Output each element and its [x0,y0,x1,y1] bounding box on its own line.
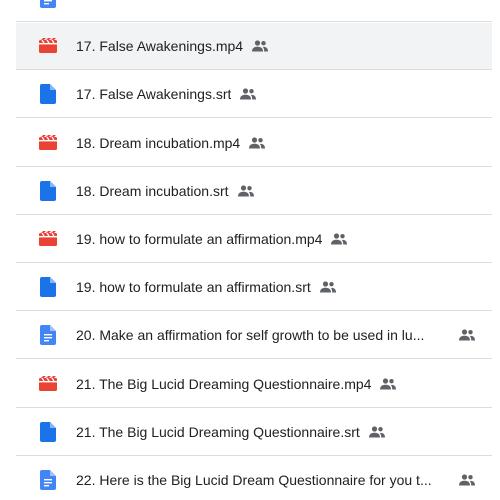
file-row[interactable]: 21. The Big Lucid Dreaming Questionnaire… [16,361,492,408]
shared-people-icon [458,471,476,489]
shared-people-icon [237,182,255,200]
shared-people-icon [239,85,257,103]
file-name: 19. how to formulate an affirmation.mp4 [76,231,323,247]
file-icon [36,420,60,444]
file-name: 19. how to formulate an affirmation.srt [76,279,311,296]
file-row[interactable]: 19. how to formulate an affirmation.srt [16,264,492,312]
google-doc-icon [36,323,60,347]
video-file-icon [36,227,60,251]
file-icon [36,179,60,203]
file-name: 18. Dream incubation.mp4 [76,134,241,151]
shared-people-icon [319,278,337,296]
file-icon [36,0,60,10]
shared-people-icon [458,326,476,344]
shared-people-icon [368,423,386,441]
file-row[interactable]: 21. The Big Lucid Dreaming Questionnaire… [16,409,492,456]
shared-people-icon [251,37,269,55]
file-row[interactable]: 18. Dream incubation.srt [16,168,492,215]
file-row[interactable]: 18. Dream incubation.mp4 [16,120,492,167]
google-doc-icon [36,468,60,492]
video-file-icon [36,131,60,155]
file-icon [36,82,60,106]
file-name: 17. False Awakenings.srt [76,86,232,103]
file-row[interactable]: 17. False Awakenings.mp4 [16,23,492,71]
file-name: 21. The Big Lucid Dreaming Questionnaire… [76,423,360,440]
file-row[interactable]: 20. Make an affirmation for self growth … [16,312,492,360]
file-icon [36,275,60,299]
shared-people-icon [248,134,266,152]
file-row[interactable]: 17. False Awakenings.srt [16,71,492,119]
file-name: 20. Make an affirmation for self growth … [76,327,425,344]
file-list: 17. False Awakenings.mp4 17. False Awaken… [0,0,500,500]
file-row[interactable]: 22. Here is the Big Lucid Dream Question… [16,457,492,500]
file-name: 18. Dream incubation.srt [76,182,229,199]
video-file-icon [36,372,60,396]
video-file-icon [36,34,60,58]
file-name: 21. The Big Lucid Dreaming Questionnaire… [76,375,372,392]
shared-people-icon [330,230,348,248]
file-row[interactable]: 19. how to formulate an affirmation.mp4 [16,216,492,263]
file-name: 22. Here is the Big Lucid Dream Question… [76,472,432,488]
shared-people-icon [379,375,397,393]
file-name: 17. False Awakenings.mp4 [76,38,244,55]
file-row[interactable] [16,0,492,22]
